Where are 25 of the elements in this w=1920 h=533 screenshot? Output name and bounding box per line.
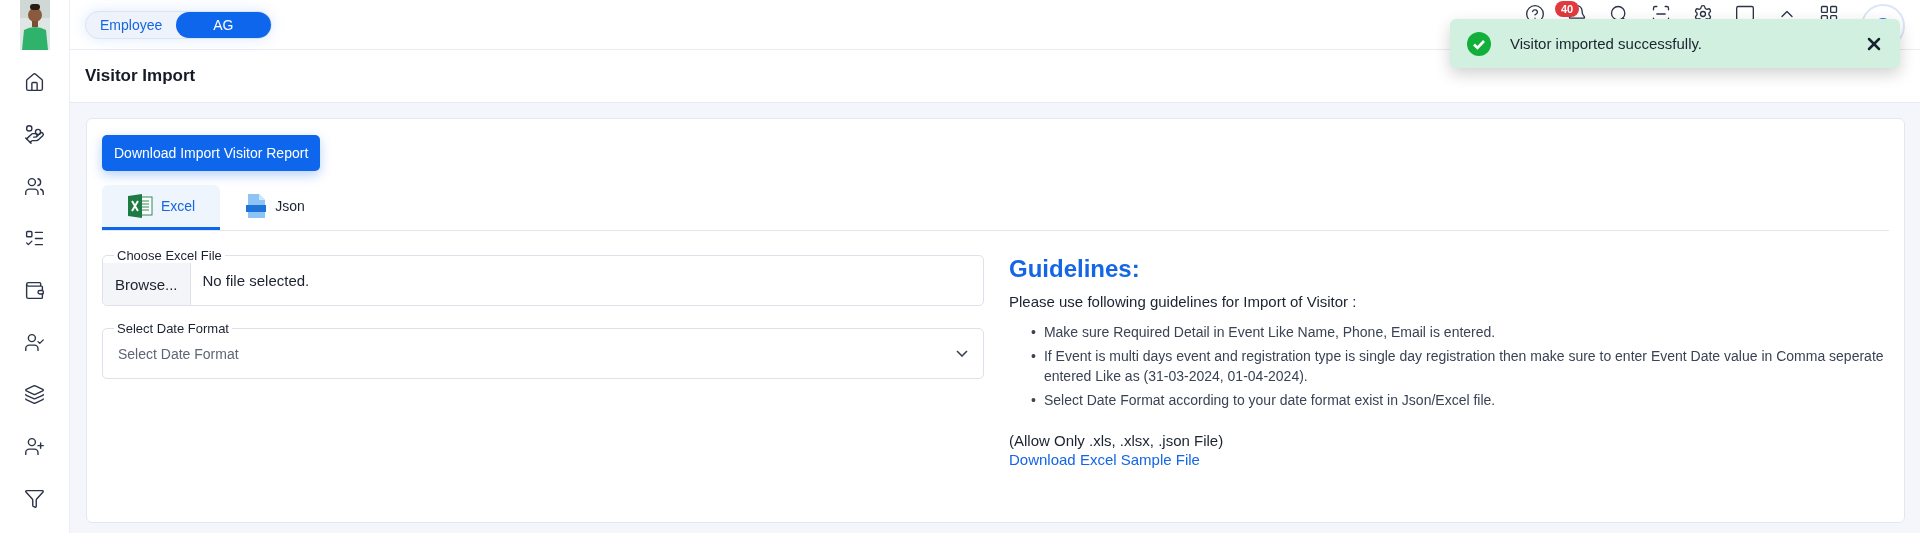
download-report-button[interactable]: Download Import Visitor Report: [102, 135, 321, 171]
guidelines-title: Guidelines:: [1009, 255, 1141, 283]
tab-label: Excel: [161, 198, 196, 214]
tab-label: Json: [275, 198, 305, 214]
bullet: •: [1031, 347, 1036, 366]
toast-message: Visitor imported successfully.: [1510, 35, 1703, 52]
select-placeholder: Select Date Format: [118, 345, 239, 362]
browse-button[interactable]: Browse...: [103, 263, 191, 305]
guideline-item: If Event is multi days event and registration type is single day registration then make sure to enter Event Date value in Comma seperate entered Like as (31-03-2024, 01-04-2024).: [1043, 347, 1885, 386]
tab[interactable]: Json: [220, 185, 330, 230]
bullet: •: [1031, 391, 1036, 410]
sample-file-link[interactable]: Download Excel Sample File: [1009, 451, 1200, 468]
bullet: •: [1031, 323, 1036, 342]
mode-toggle-option[interactable]: AG: [176, 11, 271, 38]
field-label: Choose Excel File: [114, 248, 225, 263]
tab[interactable]: Excel: [102, 185, 221, 230]
mode-toggle-option[interactable]: Employee: [86, 11, 177, 38]
guideline-item: Select Date Format according to your date format exist in Json/Excel file.: [1043, 391, 1497, 410]
notification-badge: 40: [1555, 1, 1580, 17]
file-type-note: (Allow Only .xls, .xlsx, .json File): [1009, 432, 1225, 449]
page-title: Visitor Import: [85, 66, 196, 86]
guideline-item: Make sure Required Detail in Event Like Name, Phone, Email is entered.: [1043, 323, 1497, 342]
guidelines-intro: Please use following guidelines for Import of Visitor :: [1009, 293, 1358, 310]
file-name-text: No file selected.: [201, 272, 310, 289]
field-label: Select Date Format: [114, 321, 232, 336]
